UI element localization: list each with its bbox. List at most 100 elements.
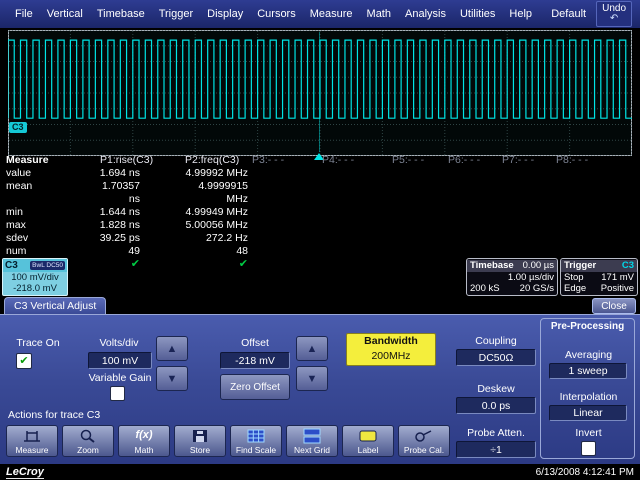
bandwidth-selector[interactable]: Bandwidth 200MHz: [346, 333, 436, 366]
trace-on-checkbox[interactable]: ✔: [16, 353, 32, 369]
measure-row-label: min: [2, 206, 92, 219]
channel-volts-div: 100 mV/div: [3, 272, 67, 283]
measure-col-p4[interactable]: P4:- - -: [322, 154, 392, 167]
menu-item-vertical[interactable]: Vertical: [40, 5, 90, 23]
find-scale-button[interactable]: Find Scale: [230, 425, 282, 457]
measure-value: 4.99949 MHz: [180, 206, 252, 219]
waveform-svg: [8, 30, 632, 156]
menu-item-file[interactable]: File: [8, 5, 40, 23]
find-scale-button-label: Find Scale: [236, 445, 276, 455]
menu-item-help[interactable]: Help: [502, 5, 539, 23]
menu-item-cursors[interactable]: Cursors: [250, 5, 303, 23]
next-grid-icon: [301, 428, 323, 444]
measure-value: 1.828 ns: [92, 219, 180, 232]
measure-col-p8[interactable]: P8:- - -: [556, 154, 632, 167]
timebase-delay: 0.00 µs: [523, 260, 554, 272]
menu-item-measure[interactable]: Measure: [303, 5, 360, 23]
status-bar: LeCroy 6/13/2008 4:12:41 PM: [0, 464, 640, 480]
probe-cal-button-label: Probe Cal.: [404, 445, 444, 455]
store-button[interactable]: Store: [174, 425, 226, 457]
variable-gain-checkbox[interactable]: [110, 386, 125, 401]
channel-c3-descriptor[interactable]: C3 BwL DC50 100 mV/div -218.0 mV: [2, 258, 68, 296]
c3-vertical-adjust-dialog: Trace On ✔ Volts/div 100 mV Variable Gai…: [0, 314, 640, 464]
trigger-type: Edge: [564, 283, 586, 295]
measure-col-p3[interactable]: P3:- - -: [252, 154, 322, 167]
measure-status-ok-icon: ✔: [92, 258, 180, 271]
interpolation-field[interactable]: Linear: [549, 405, 627, 421]
channel-offset-marker[interactable]: C3: [9, 122, 27, 133]
measure-value: 4.9999915 MHz: [180, 180, 252, 206]
probe-atten-field[interactable]: ÷1: [456, 441, 536, 458]
waveform-display: C3: [8, 30, 632, 156]
timebase-scale: 1.00 µs/div: [508, 272, 554, 284]
deskew-field[interactable]: 0.0 ps: [456, 397, 536, 414]
averaging-field[interactable]: 1 sweep: [549, 363, 627, 379]
menu-bar: File Vertical Timebase Trigger Display C…: [0, 0, 640, 28]
timebase-descriptor[interactable]: Timebase 0.00 µs 1.00 µs/div 200 kS 20 G…: [466, 258, 558, 296]
store-icon: [189, 428, 211, 444]
coupling-field[interactable]: DC50Ω: [456, 349, 536, 366]
oscilloscope-screen: File Vertical Timebase Trigger Display C…: [0, 0, 640, 480]
zoom-button[interactable]: Zoom: [62, 425, 114, 457]
volts-div-label: Volts/div: [84, 337, 154, 349]
menu-item-analysis[interactable]: Analysis: [398, 5, 453, 23]
menu-item-math[interactable]: Math: [360, 5, 398, 23]
measure-button[interactable]: Measure: [6, 425, 58, 457]
timebase-title: Timebase: [470, 260, 514, 272]
measure-value: 1.644 ns: [92, 206, 180, 219]
down-arrow-icon: ▼: [307, 373, 318, 385]
measure-col-p6[interactable]: P6:- - -: [448, 154, 502, 167]
measure-row-label: mean: [2, 180, 92, 206]
coupling-label: Coupling: [454, 335, 538, 347]
volts-div-down-button[interactable]: ▼: [156, 366, 188, 391]
measure-value: 48: [180, 245, 252, 258]
measure-col-p7[interactable]: P7:- - -: [502, 154, 556, 167]
label-button-label: Label: [358, 445, 379, 455]
zoom-icon: [77, 428, 99, 444]
down-arrow-icon: ▼: [167, 373, 178, 385]
offset-label: Offset: [218, 337, 292, 349]
zero-offset-button[interactable]: Zero Offset: [220, 374, 290, 400]
measure-col-p5[interactable]: P5:- - -: [392, 154, 448, 167]
trigger-descriptor[interactable]: Trigger C3 Stop 171 mV Edge Positive: [560, 258, 638, 296]
invert-checkbox[interactable]: [581, 441, 596, 456]
offset-up-button[interactable]: ▲: [296, 336, 328, 361]
label-button[interactable]: Label: [342, 425, 394, 457]
next-grid-button[interactable]: Next Grid: [286, 425, 338, 457]
pre-processing-group: Pre-Processing Averaging 1 sweep Interpo…: [540, 318, 635, 459]
measure-value: 4.99992 MHz: [180, 167, 252, 180]
measure-status-ok-icon: ✔: [180, 258, 252, 271]
undo-button[interactable]: Undo ↶: [596, 1, 632, 27]
measure-col-p1[interactable]: P1:rise(C3): [92, 154, 180, 167]
menu-item-trigger[interactable]: Trigger: [152, 5, 200, 23]
volts-div-up-button[interactable]: ▲: [156, 336, 188, 361]
default-setup-label[interactable]: Default: [551, 8, 586, 20]
menu-item-timebase[interactable]: Timebase: [90, 5, 152, 23]
trigger-slope: Positive: [601, 283, 634, 295]
close-button[interactable]: Close: [592, 298, 636, 314]
timebase-rate: 20 GS/s: [520, 283, 554, 295]
menu-item-display[interactable]: Display: [200, 5, 250, 23]
measure-table-title: Measure: [2, 154, 92, 167]
datetime-label: 6/13/2008 4:12:41 PM: [536, 467, 634, 478]
measure-empty: [252, 232, 632, 245]
measure-value: 272.2 Hz: [180, 232, 252, 245]
volts-div-field[interactable]: 100 mV: [88, 352, 152, 369]
bandwidth-value: 200MHz: [347, 349, 435, 364]
interpolation-label: Interpolation: [541, 391, 636, 403]
menu-item-utilities[interactable]: Utilities: [453, 5, 502, 23]
measure-empty: [252, 245, 632, 258]
bandwidth-label: Bandwidth: [347, 334, 435, 349]
offset-field[interactable]: -218 mV: [220, 352, 290, 369]
measure-row-label: num: [2, 245, 92, 258]
variable-gain-label: Variable Gain: [78, 372, 162, 384]
math-button[interactable]: f(x) Math: [118, 425, 170, 457]
offset-down-button[interactable]: ▼: [296, 366, 328, 391]
probe-cal-button[interactable]: Probe Cal.: [398, 425, 450, 457]
undo-arrow-icon: ↶: [610, 14, 618, 24]
trigger-mode: Stop: [564, 272, 584, 284]
pre-processing-title: Pre-Processing: [541, 321, 634, 332]
tab-c3-vertical-adjust[interactable]: C3 Vertical Adjust: [4, 297, 106, 314]
dialog-tab-strip: C3 Vertical Adjust Close: [0, 296, 640, 314]
measure-col-p2[interactable]: P2:freq(C3): [180, 154, 252, 167]
